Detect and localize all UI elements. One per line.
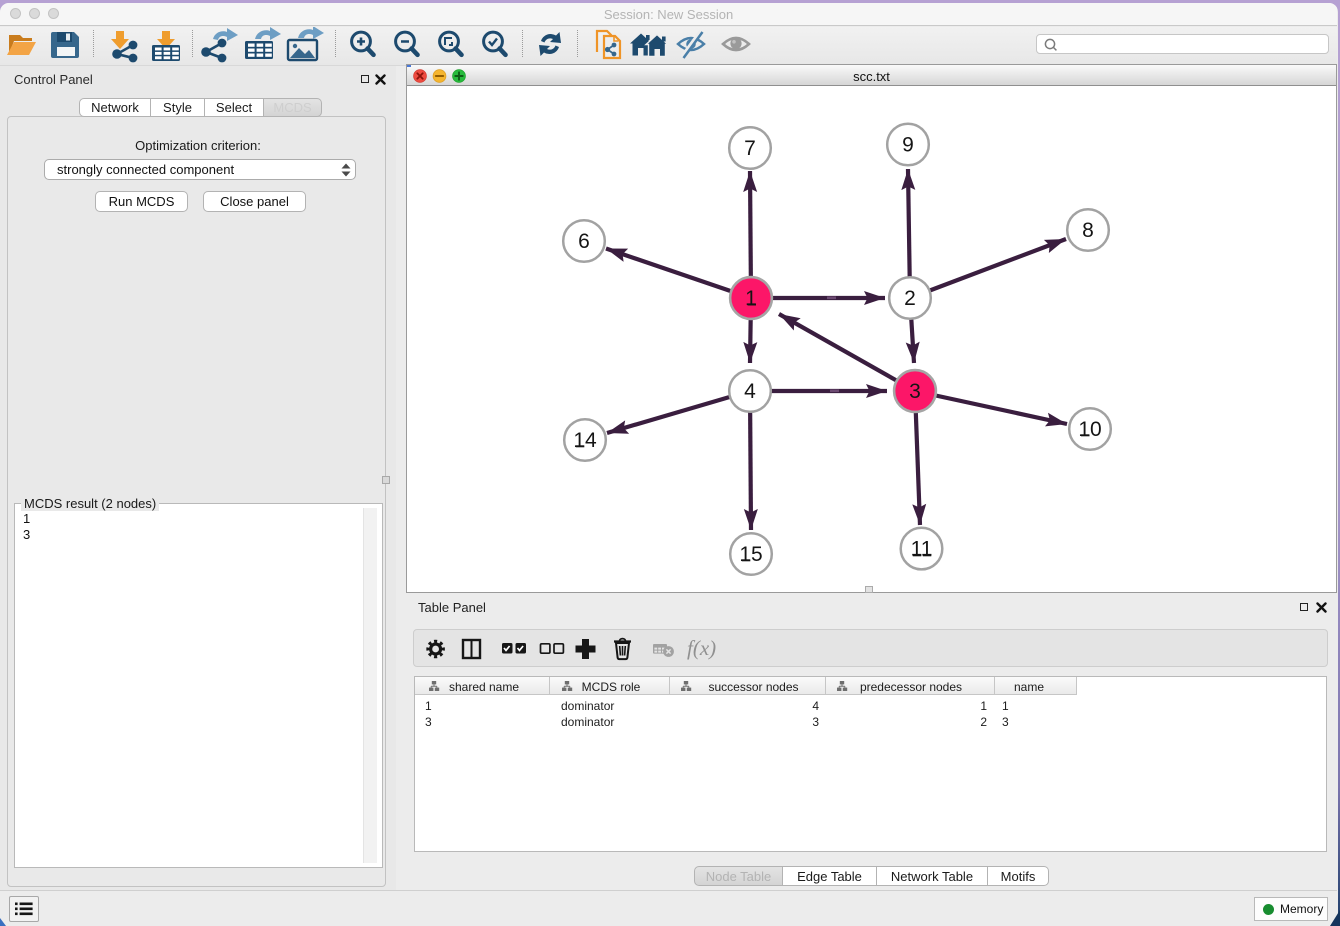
svg-text:f(x): f(x) bbox=[687, 636, 716, 660]
svg-text:11: 11 bbox=[911, 538, 933, 561]
svg-text:1: 1 bbox=[745, 287, 757, 310]
svg-text:14: 14 bbox=[573, 429, 597, 452]
svg-text:6: 6 bbox=[578, 230, 590, 253]
svg-text:8: 8 bbox=[1082, 219, 1094, 242]
svg-text:2: 2 bbox=[904, 287, 916, 310]
svg-text:4: 4 bbox=[744, 380, 756, 403]
svg-text:9: 9 bbox=[902, 134, 914, 157]
svg-text:3: 3 bbox=[909, 380, 921, 403]
svg-text:7: 7 bbox=[744, 137, 756, 160]
svg-text:10: 10 bbox=[1078, 418, 1101, 441]
svg-text:15: 15 bbox=[739, 543, 762, 566]
